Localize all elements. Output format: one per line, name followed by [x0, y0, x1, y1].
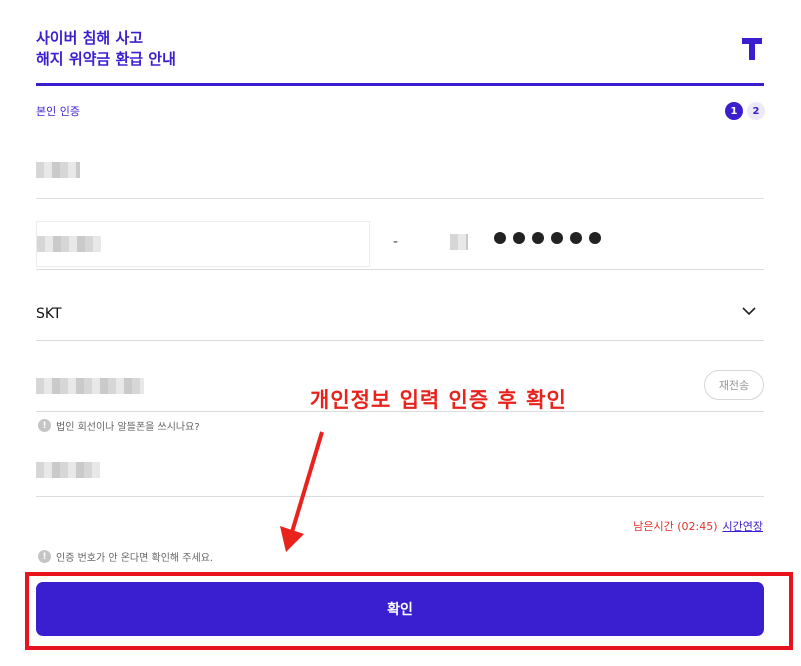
info-icon: ! — [38, 550, 51, 563]
code-not-received-hint[interactable]: ! 인증 번호가 안 온다면 확인해 주세요. — [38, 549, 213, 564]
corporate-line-hint-text: 법인 회선이나 알뜰폰을 쓰시나요? — [56, 422, 200, 433]
phone-value-blurred — [36, 378, 144, 394]
annotation-text: 개인정보 입력 인증 후 확인 — [310, 388, 567, 412]
step-indicator: 1 2 — [725, 102, 765, 120]
code-not-received-hint-text: 인증 번호가 안 온다면 확인해 주세요. — [56, 553, 214, 564]
rrn-back-masked-input[interactable] — [494, 232, 601, 244]
page-title-line1: 사이버 침해 사고 — [36, 29, 144, 47]
annotation-arrow-icon — [280, 431, 324, 552]
step-1-badge: 1 — [725, 102, 743, 120]
rrn-front-value-blurred — [37, 236, 101, 252]
section-label: 본인 인증 — [36, 105, 80, 118]
rrn-front-input[interactable] — [36, 221, 370, 267]
confirm-button[interactable]: 확인 — [36, 582, 764, 636]
resend-button[interactable]: 재전송 — [704, 370, 764, 400]
step-2-badge: 2 — [747, 102, 765, 120]
name-field[interactable] — [36, 140, 764, 199]
name-value-blurred — [36, 162, 80, 178]
corporate-line-hint[interactable]: ! 법인 회선이나 알뜰폰을 쓰시나요? — [38, 418, 200, 433]
carrier-select[interactable] — [36, 283, 764, 341]
timer-remaining: 남은시간 (02:45) — [633, 520, 718, 533]
verification-code-field[interactable] — [36, 440, 764, 497]
carrier-selected-value: SKT — [36, 306, 62, 322]
rrn-back-first-digit-blurred — [450, 234, 468, 250]
chevron-down-icon — [742, 307, 756, 316]
info-icon: ! — [38, 419, 51, 432]
page-header: 사이버 침해 사고 해지 위약금 환급 안내 — [36, 28, 764, 86]
rrn-separator: - — [393, 234, 399, 250]
page-title-line2: 해지 위약금 환급 안내 — [36, 50, 176, 68]
timer-area: 남은시간 (02:45) 시간연장 — [633, 518, 763, 534]
verification-code-blurred — [36, 462, 100, 478]
t-logo-icon — [742, 38, 762, 60]
extend-time-link[interactable]: 시간연장 — [723, 518, 763, 534]
